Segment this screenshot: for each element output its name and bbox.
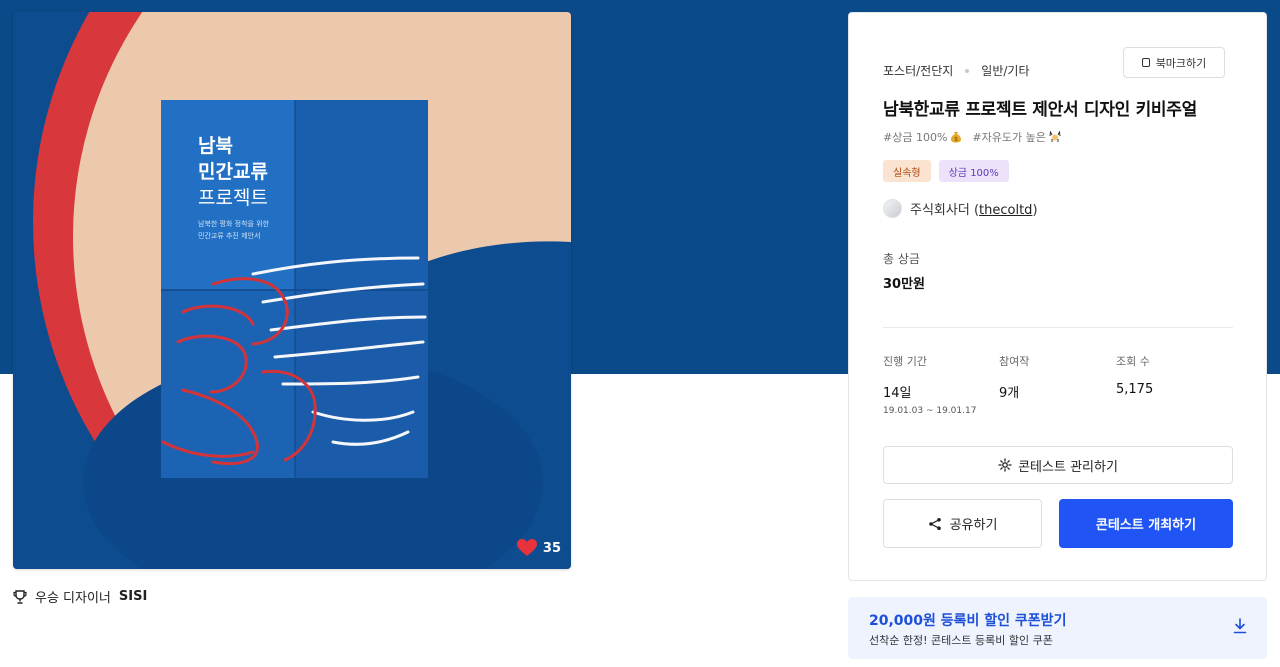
- host-name: 주식회사더: [910, 203, 970, 218]
- entries-value: 9개: [999, 386, 1020, 401]
- host-contest-label: 콘테스트 개최하기: [1095, 518, 1197, 533]
- contest-title: 남북한교류 프로젝트 제안서 디자인 키비주얼: [883, 100, 1197, 120]
- tag-label: #상금 100%: [883, 131, 948, 144]
- badge-prize: 상금 100%: [938, 160, 1009, 182]
- trophy-icon: [13, 589, 27, 604]
- host-handle-link[interactable]: thecoltd: [979, 203, 1032, 218]
- poster-subtitle-line1: 남북한 평화 정착을 위한: [198, 219, 270, 228]
- share-icon: [928, 517, 941, 530]
- svg-text:$: $: [954, 136, 958, 143]
- manage-contest-button[interactable]: 콘테스트 관리하기: [883, 446, 1233, 484]
- poster-subtitle-line2: 민간교류 추진 제안서: [198, 231, 260, 240]
- bookmark-label: 북마크하기: [1155, 56, 1207, 70]
- coupon-banner[interactable]: 20,000원 등록비 할인 쿠폰받기 선착순 한정! 콘테스트 등록비 할인 …: [848, 597, 1267, 659]
- prize-amount: 30만원: [883, 277, 926, 292]
- prize-label: 총 상금: [883, 252, 920, 266]
- tag-prize[interactable]: #상금 100% $: [883, 129, 962, 145]
- winner-designer: 우승 디자이너 SISI: [13, 587, 147, 606]
- coupon-subtitle: 선착순 한정! 콘테스트 등록비 할인 쿠폰: [869, 634, 1053, 647]
- subcategory-link[interactable]: 일반/기타: [981, 62, 1029, 79]
- tag-freedom[interactable]: #자유도가 높은: [972, 129, 1061, 145]
- divider: [883, 327, 1233, 328]
- raised-hands-icon: [1049, 131, 1061, 142]
- tag-label: #자유도가 높은: [972, 131, 1046, 144]
- poster-illustration: 남북 민간교류 프로젝트 남북한 평화 정착을 위한 민간교류 추진 제안서: [13, 12, 571, 569]
- host-contest-button[interactable]: 콘테스트 개최하기: [1059, 499, 1233, 548]
- bookmark-button[interactable]: 북마크하기: [1123, 47, 1225, 78]
- money-bag-icon: $: [951, 132, 962, 143]
- gear-icon: [998, 458, 1012, 472]
- bookmark-icon: [1141, 58, 1150, 67]
- breadcrumb: 포스터/전단지 일반/기타: [883, 62, 1030, 79]
- host-avatar[interactable]: [883, 199, 902, 218]
- winner-label: 우승 디자이너: [35, 591, 111, 606]
- breadcrumb-separator: [965, 68, 970, 73]
- views-label: 조회 수: [1116, 355, 1150, 368]
- poster-title-line3: 프로젝트: [198, 187, 268, 209]
- badge-list: 실속형 상금 100%: [883, 160, 1009, 182]
- category-link[interactable]: 포스터/전단지: [883, 62, 953, 79]
- share-button[interactable]: 공유하기: [883, 499, 1042, 548]
- stat-entries: 참여작 9개: [999, 353, 1029, 401]
- manage-contest-label: 콘테스트 관리하기: [1018, 459, 1118, 475]
- period-value: 14일: [883, 386, 912, 401]
- download-icon[interactable]: [1233, 618, 1247, 634]
- period-label: 진행 기간: [883, 355, 927, 368]
- like-count: 35: [542, 540, 561, 556]
- poster-title-line1: 남북: [198, 135, 233, 157]
- winner-name[interactable]: SISI: [119, 589, 147, 604]
- stat-views: 조회 수 5,175: [1116, 353, 1153, 397]
- heart-icon: [516, 539, 537, 556]
- stat-period: 진행 기간 14일 19.01.03 ~ 19.01.17: [883, 353, 976, 416]
- poster-title-line2: 민간교류: [198, 161, 268, 183]
- period-dates: 19.01.03 ~ 19.01.17: [883, 406, 977, 416]
- views-value: 5,175: [1116, 382, 1154, 397]
- badge-practical: 실속형: [883, 160, 931, 182]
- entries-label: 참여작: [999, 355, 1030, 368]
- contest-info-card: 포스터/전단지 일반/기타 북마크하기 남북한교류 프로젝트 제안서 디자인 키…: [848, 12, 1267, 581]
- like-counter[interactable]: 35: [516, 539, 561, 557]
- share-label: 공유하기: [949, 518, 998, 533]
- coupon-title: 20,000원 등록비 할인 쿠폰받기: [869, 613, 1067, 629]
- host-info: 주식회사더 (thecoltd): [883, 199, 1038, 218]
- tag-list: #상금 100% $ #자유도가 높은: [883, 129, 1061, 145]
- contest-artwork-image[interactable]: 남북 민간교류 프로젝트 남북한 평화 정착을 위한 민간교류 추진 제안서 3…: [13, 12, 571, 569]
